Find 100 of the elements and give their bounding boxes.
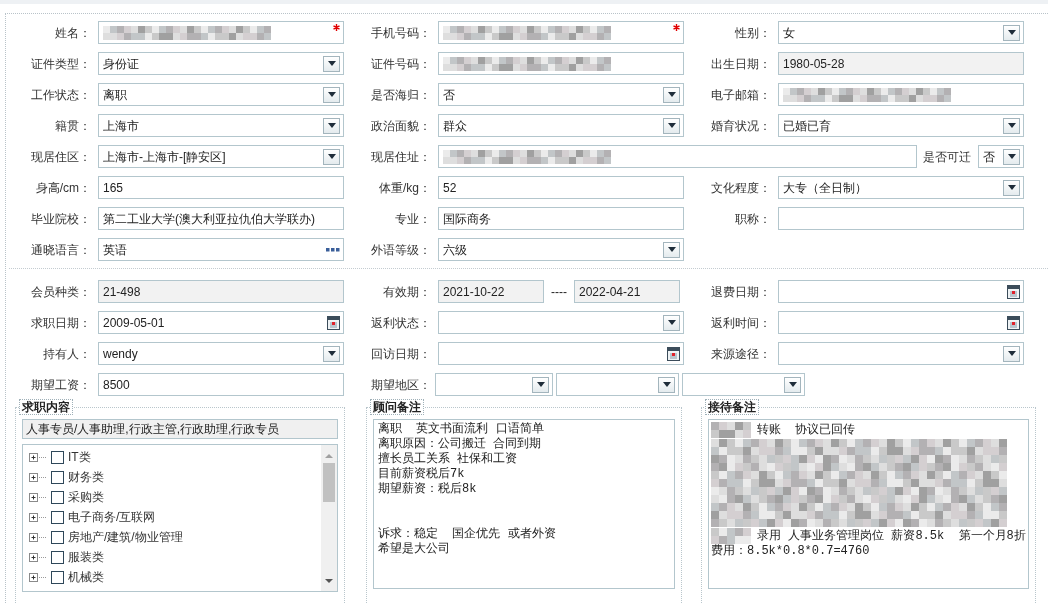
category-label[interactable]: 采购类 (68, 488, 104, 506)
notes-line: 录用 人事业务管理岗位 薪资8.5k 第一个月8折 (757, 528, 1026, 544)
notes-line: 目前薪资税后7k (378, 467, 466, 482)
select-field[interactable] (556, 373, 679, 396)
field-label: 手机号码： (370, 24, 431, 42)
date-field[interactable] (778, 280, 1024, 303)
expand-icon[interactable] (29, 492, 47, 502)
more-icon[interactable] (326, 247, 340, 252)
select-field[interactable]: 上海市 (98, 114, 344, 137)
field-label: 证件类型： (30, 55, 91, 73)
select-field[interactable]: 身份证 (98, 52, 344, 75)
select-field[interactable]: 否 (978, 145, 1024, 168)
lookup-field[interactable]: 英语 (98, 238, 344, 261)
dropdown-button[interactable] (532, 376, 549, 393)
category-label[interactable]: 财务类 (68, 468, 104, 486)
category-label[interactable]: 机械类 (68, 568, 104, 586)
category-label[interactable]: 服装类 (68, 548, 104, 566)
text-field[interactable]: 8500 (98, 373, 344, 396)
notes-field[interactable]: 离职 英文书面流利 口语简单 离职原因：公司搬迁 合同到期 擅长员工关系 社保和工资 目前薪资税后7k 期望薪资：税后8k 诉求：稳定 国企优先 或者外资 希望是大公司 (373, 419, 675, 589)
required-icon (673, 24, 680, 31)
select-field[interactable] (435, 373, 553, 396)
category-label[interactable]: IT类 (68, 448, 91, 466)
notes-field[interactable]: 转账 协议已回传 录用 人事业务管理岗位 薪资8.5k 第一个月8折 费用：8.5k*0.8*0.7=4760 (708, 419, 1029, 589)
date-field[interactable]: 2009-05-01 (98, 311, 344, 334)
dropdown-button[interactable] (663, 117, 680, 134)
calendar-icon[interactable] (1007, 315, 1020, 330)
calendar-icon[interactable] (667, 346, 680, 361)
field-label: 电子邮箱： (710, 86, 771, 104)
text-field[interactable] (438, 52, 684, 75)
calendar-icon[interactable] (1007, 284, 1020, 299)
field-label: 专业： (394, 210, 431, 228)
dropdown-button[interactable] (658, 376, 675, 393)
notes-line: 费用：8.5k*0.8*0.7=4760 (711, 544, 870, 559)
field-label: 出生日期： (710, 55, 771, 73)
dropdown-button[interactable] (663, 86, 680, 103)
text-field[interactable]: 国际商务 (438, 207, 684, 230)
dropdown-button[interactable] (663, 241, 680, 258)
scrollbar[interactable] (321, 445, 337, 591)
dropdown-button[interactable] (1003, 345, 1020, 362)
dropdown-button[interactable] (1003, 179, 1020, 196)
checkbox[interactable] (51, 530, 64, 544)
caret-icon (536, 382, 545, 387)
dropdown-button[interactable] (784, 376, 801, 393)
select-field[interactable] (438, 311, 684, 334)
dropdown-button[interactable] (323, 86, 340, 103)
notes-line: 离职 英文书面流利 口语简单 (378, 422, 545, 437)
dropdown-button[interactable] (323, 117, 340, 134)
text-field[interactable]: 2022-04-21 (574, 280, 680, 303)
dropdown-button[interactable] (1003, 117, 1020, 134)
checkbox[interactable] (51, 470, 64, 484)
date-field[interactable] (778, 311, 1024, 334)
select-field[interactable]: 群众 (438, 114, 684, 137)
checkbox[interactable] (51, 450, 64, 464)
dropdown-button[interactable] (323, 55, 340, 72)
category-label[interactable]: 房地产/建筑/物业管理 (68, 528, 183, 546)
expand-icon[interactable] (29, 572, 47, 582)
select-field[interactable]: 离职 (98, 83, 344, 106)
text-field[interactable]: 21-498 (98, 280, 344, 303)
text-field[interactable]: 52 (438, 176, 684, 199)
calendar-icon[interactable] (327, 315, 340, 330)
select-field[interactable] (778, 342, 1024, 365)
expand-icon[interactable] (29, 552, 47, 562)
dropdown-button[interactable] (1003, 148, 1020, 165)
selected-jobs-field[interactable]: 人事专员/人事助理,行政主管,行政助理,行政专员 (22, 419, 338, 439)
checkbox[interactable] (51, 570, 64, 584)
dropdown-button[interactable] (323, 148, 340, 165)
category-label[interactable]: 电子商务/互联网 (68, 508, 156, 526)
select-field[interactable]: 六级 (438, 238, 684, 261)
panel-title: 接待备注 (705, 399, 759, 415)
select-field[interactable]: 上海市-上海市-[静安区] (98, 145, 344, 168)
dropdown-button[interactable] (663, 314, 680, 331)
caret-icon (1007, 30, 1016, 35)
text-field[interactable] (98, 21, 344, 44)
expand-icon[interactable] (29, 532, 47, 542)
checkbox[interactable] (51, 510, 64, 524)
expand-icon[interactable] (29, 512, 47, 522)
select-field[interactable]: 大专（全日制） (778, 176, 1024, 199)
text-field[interactable] (438, 145, 917, 168)
checkbox[interactable] (51, 550, 64, 564)
select-field[interactable]: 否 (438, 83, 684, 106)
expand-icon[interactable] (29, 472, 47, 482)
field-label: 来源途径： (710, 345, 771, 363)
text-field[interactable]: 1980-05-28 (778, 52, 1024, 75)
select-field[interactable]: wendy (98, 342, 344, 365)
select-field[interactable] (682, 373, 805, 396)
text-field[interactable]: 第二工业大学(澳大利亚拉仇伯大学联办) (98, 207, 344, 230)
dropdown-button[interactable] (323, 345, 340, 362)
dropdown-button[interactable] (1003, 24, 1020, 41)
caret-icon (1007, 123, 1016, 128)
text-field[interactable]: 165 (98, 176, 344, 199)
text-field[interactable]: 2021-10-22 (438, 280, 544, 303)
expand-icon[interactable] (29, 452, 47, 462)
text-field[interactable] (438, 21, 684, 44)
date-field[interactable] (438, 342, 684, 365)
text-field[interactable] (778, 207, 1024, 230)
text-field[interactable] (778, 83, 1024, 106)
select-field[interactable]: 已婚已育 (778, 114, 1024, 137)
select-field[interactable]: 女 (778, 21, 1024, 44)
checkbox[interactable] (51, 490, 64, 504)
field-label: 毕业院校： (30, 210, 91, 228)
